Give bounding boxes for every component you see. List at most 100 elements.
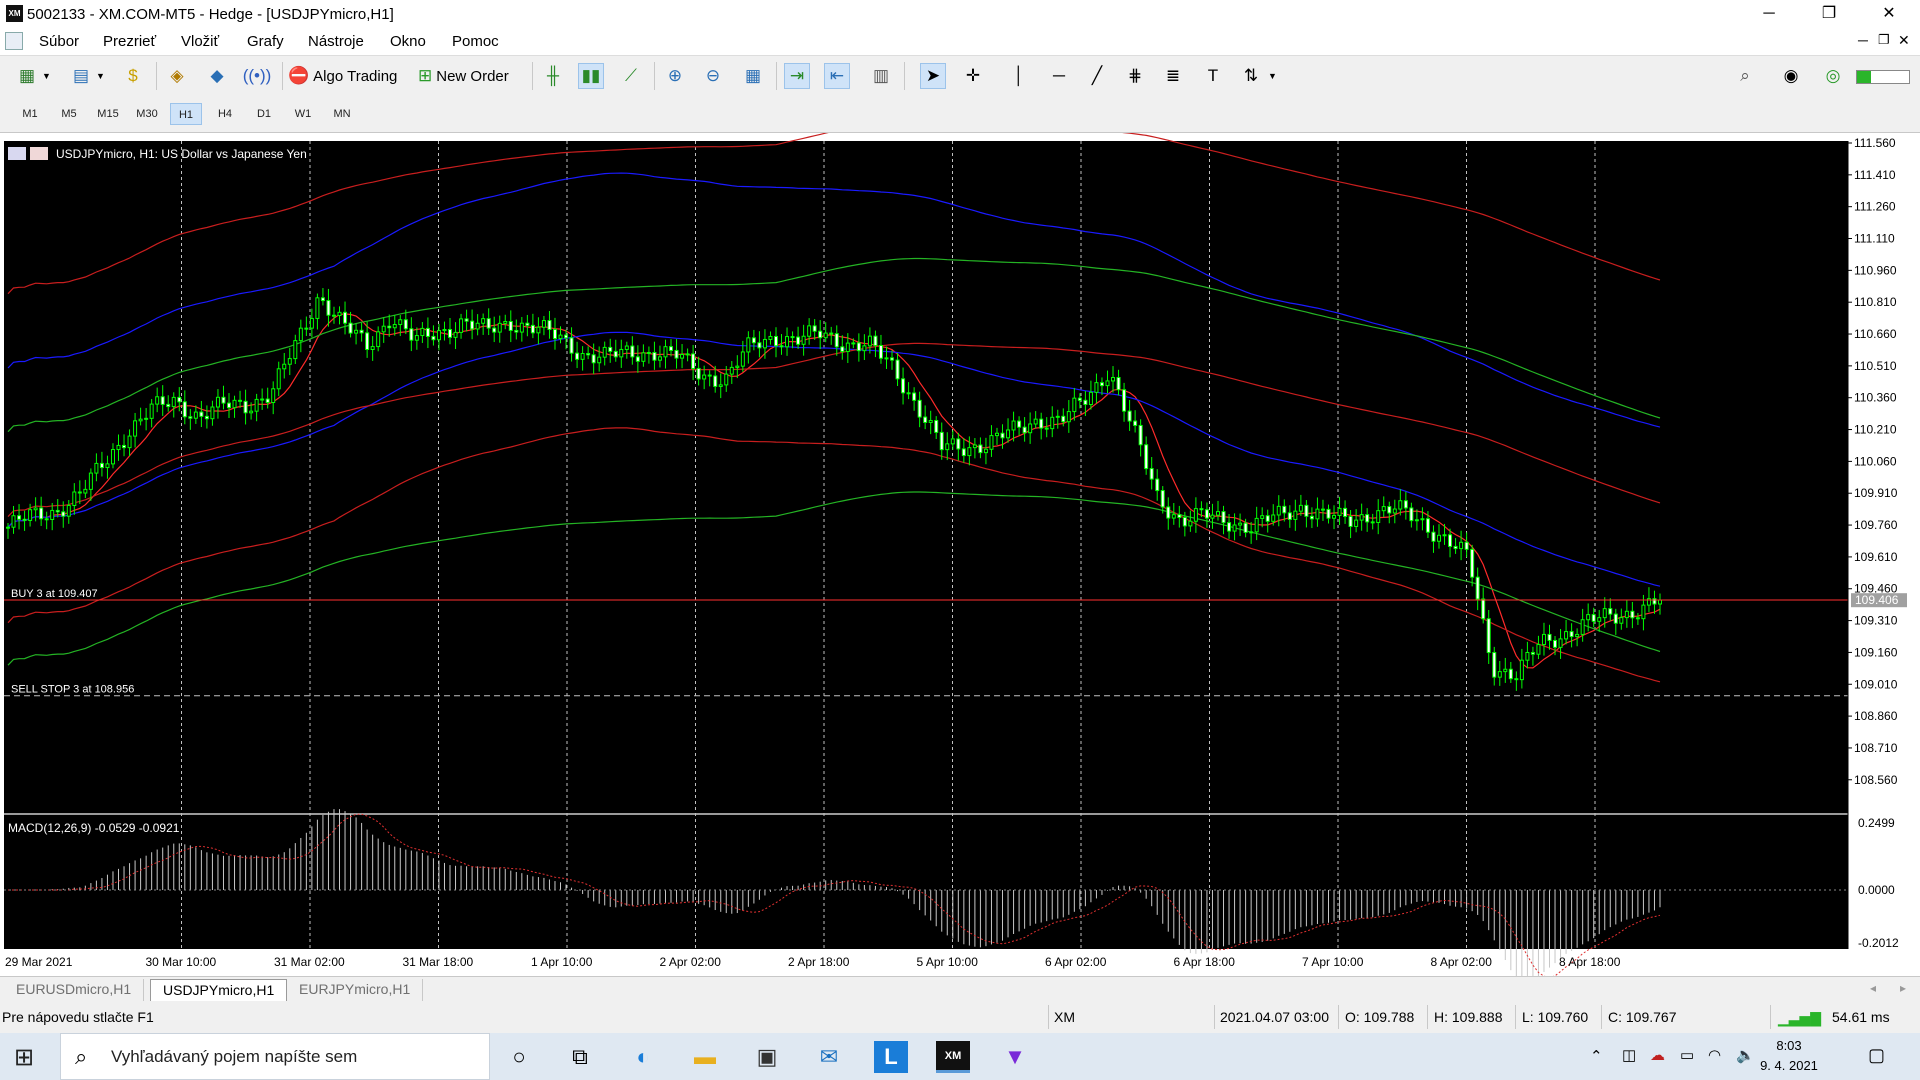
- timeframe-m1[interactable]: M1: [14, 103, 46, 125]
- arrows-icon[interactable]: ⇅: [1238, 63, 1264, 89]
- menu-window[interactable]: Okno: [390, 33, 426, 50]
- zoom-out-icon[interactable]: ⊖: [700, 63, 726, 89]
- battery-icon[interactable]: ▭: [1680, 1046, 1694, 1064]
- candle-body: [298, 327, 303, 342]
- timeframe-m5[interactable]: M5: [53, 103, 85, 125]
- indicators-icon[interactable]: ▥: [868, 63, 894, 89]
- volume-icon[interactable]: 🔈: [1736, 1046, 1755, 1064]
- tile-windows-icon[interactable]: ▦: [740, 63, 766, 89]
- taskbar-search-box[interactable]: ⌕ Vyhľadávaný pojem napíšte sem: [60, 1033, 490, 1080]
- clock-date: 9. 4. 2021: [1760, 1058, 1818, 1073]
- channels-icon[interactable]: ≣: [1160, 63, 1186, 89]
- level-icon[interactable]: ◎: [1820, 63, 1846, 89]
- menu-view[interactable]: Prezrieť: [103, 33, 156, 50]
- candle-body: [1276, 505, 1281, 516]
- cortana-icon[interactable]: ○: [502, 1041, 536, 1073]
- minimize-button[interactable]: ─: [1746, 0, 1792, 29]
- scroll-left-icon[interactable]: ◂: [1870, 981, 1876, 995]
- navigator-icon[interactable]: ◆: [204, 63, 230, 89]
- dropdown-arrow-icon[interactable]: ▼: [96, 71, 105, 81]
- vertical-line-icon[interactable]: │: [1006, 63, 1032, 89]
- candle-body: [1238, 522, 1243, 526]
- menu-charts[interactable]: Grafy: [247, 33, 284, 50]
- connection-bars-icon[interactable]: ▁▃▅▇: [1778, 1010, 1821, 1027]
- timeframe-w1[interactable]: W1: [287, 103, 319, 125]
- timeframe-h4[interactable]: H4: [209, 103, 241, 125]
- chart-window[interactable]: 111.560 111.410 111.260 111.110 110.960 110.8…: [0, 133, 1920, 976]
- edge-browser-icon[interactable]: ◐: [626, 1041, 660, 1073]
- restore-button[interactable]: ❐: [1806, 0, 1852, 29]
- notifications-icon[interactable]: ▢: [1868, 1045, 1885, 1066]
- line-chart-icon[interactable]: ⟋: [618, 63, 644, 89]
- child-restore-icon[interactable]: ❐: [1878, 32, 1890, 48]
- candle-body: [680, 354, 685, 359]
- autoscroll-icon[interactable]: ⇥: [784, 63, 810, 89]
- tab-eurusd[interactable]: EURUSDmicro,H1: [4, 979, 145, 1001]
- scroll-right-icon[interactable]: ▸: [1900, 981, 1906, 995]
- tray-camera-icon[interactable]: ◫: [1622, 1046, 1636, 1064]
- menu-help[interactable]: Pomoc: [452, 33, 499, 50]
- timeframe-m15[interactable]: M15: [92, 103, 124, 125]
- dropdown-arrow-icon[interactable]: ▼: [42, 71, 51, 81]
- l-app-icon[interactable]: L: [874, 1041, 908, 1073]
- trendline-icon[interactable]: ╱: [1084, 63, 1110, 89]
- price-tick-label: 109.010: [1854, 677, 1898, 691]
- text-icon[interactable]: T: [1200, 63, 1226, 89]
- dropdown-arrow-icon[interactable]: ▼: [1268, 71, 1277, 81]
- chart-doc-icon[interactable]: [5, 32, 23, 50]
- bar-chart-icon[interactable]: ╫: [540, 63, 566, 89]
- candle-body: [1050, 416, 1055, 430]
- purple-app-icon[interactable]: ▼: [998, 1041, 1032, 1073]
- store-icon[interactable]: ▣: [750, 1041, 784, 1073]
- taskbar-clock[interactable]: 8:03 9. 4. 2021: [1754, 1036, 1824, 1076]
- timeframe-m30[interactable]: M30: [131, 103, 163, 125]
- xm-mt5-taskbar-icon[interactable]: XM: [936, 1041, 970, 1073]
- algo-trading-button[interactable]: ⛔ Algo Trading: [288, 63, 397, 89]
- tab-usdjpy[interactable]: USDJPYmicro,H1: [150, 979, 288, 1001]
- candle-body: [293, 340, 298, 360]
- menu-file[interactable]: Súbor: [39, 33, 79, 50]
- menu-insert[interactable]: Vložiť: [181, 33, 219, 50]
- timeframe-h1[interactable]: H1: [170, 103, 202, 125]
- windows-start-icon[interactable]: ⊞: [14, 1043, 34, 1072]
- search-icon[interactable]: ⌕: [1732, 63, 1758, 89]
- file-explorer-icon[interactable]: ▬: [688, 1041, 722, 1073]
- account-icon[interactable]: ◉: [1778, 63, 1804, 89]
- new-chart-icon[interactable]: ▦: [14, 63, 40, 89]
- cursor-icon[interactable]: ➤: [920, 63, 946, 89]
- tray-security-icon[interactable]: ☁: [1650, 1046, 1665, 1064]
- crosshair-icon[interactable]: ✛: [960, 63, 986, 89]
- candlestick-icon[interactable]: ▮▮: [578, 63, 604, 89]
- status-separator: [1338, 1005, 1339, 1029]
- timeframe-mn[interactable]: MN: [326, 103, 358, 125]
- chart-canvas[interactable]: 111.560 111.410 111.260 111.110 110.960 110.8…: [0, 133, 1920, 976]
- time-tick-label: 30 Mar 10:00: [146, 955, 217, 969]
- close-button[interactable]: ✕: [1866, 0, 1912, 29]
- xm-app-icon[interactable]: XM: [6, 5, 23, 22]
- price-pane-background: [4, 141, 1848, 813]
- timeframe-d1[interactable]: D1: [248, 103, 280, 125]
- candle-body: [1332, 514, 1337, 519]
- zoom-in-icon[interactable]: ⊕: [662, 63, 688, 89]
- task-view-icon[interactable]: ⧉: [563, 1041, 597, 1073]
- wifi-icon[interactable]: ◠: [1708, 1046, 1721, 1064]
- candle-body: [66, 504, 71, 517]
- horizontal-line-icon[interactable]: ─: [1046, 63, 1072, 89]
- menu-tools[interactable]: Nástroje: [308, 33, 364, 50]
- child-close-icon[interactable]: ✕: [1898, 32, 1910, 49]
- child-minimize-icon[interactable]: ─: [1858, 32, 1868, 48]
- candle-body: [807, 325, 812, 337]
- market-watch-icon[interactable]: $: [120, 63, 146, 89]
- mail-icon[interactable]: ✉: [812, 1041, 846, 1073]
- chart-shift-icon[interactable]: ⇤: [824, 63, 850, 89]
- new-order-button[interactable]: ⊞ New Order: [418, 63, 509, 89]
- candle-body: [890, 357, 895, 361]
- profiles-icon[interactable]: ▤: [68, 63, 94, 89]
- signals-icon[interactable]: ((•)): [243, 63, 272, 89]
- tray-chevron-icon[interactable]: ⌃: [1590, 1047, 1603, 1065]
- main-toolbar: ▦ ▼ ▤ ▼ $ ◈ ◆ ((•)) ⛔ Algo Trading ⊞ New…: [0, 55, 1920, 95]
- candle-body: [1044, 427, 1049, 430]
- tab-eurjpy[interactable]: EURJPYmicro,H1: [287, 979, 424, 1001]
- data-window-icon[interactable]: ◈: [164, 63, 190, 89]
- fibonacci-icon[interactable]: ⋕: [1122, 63, 1148, 89]
